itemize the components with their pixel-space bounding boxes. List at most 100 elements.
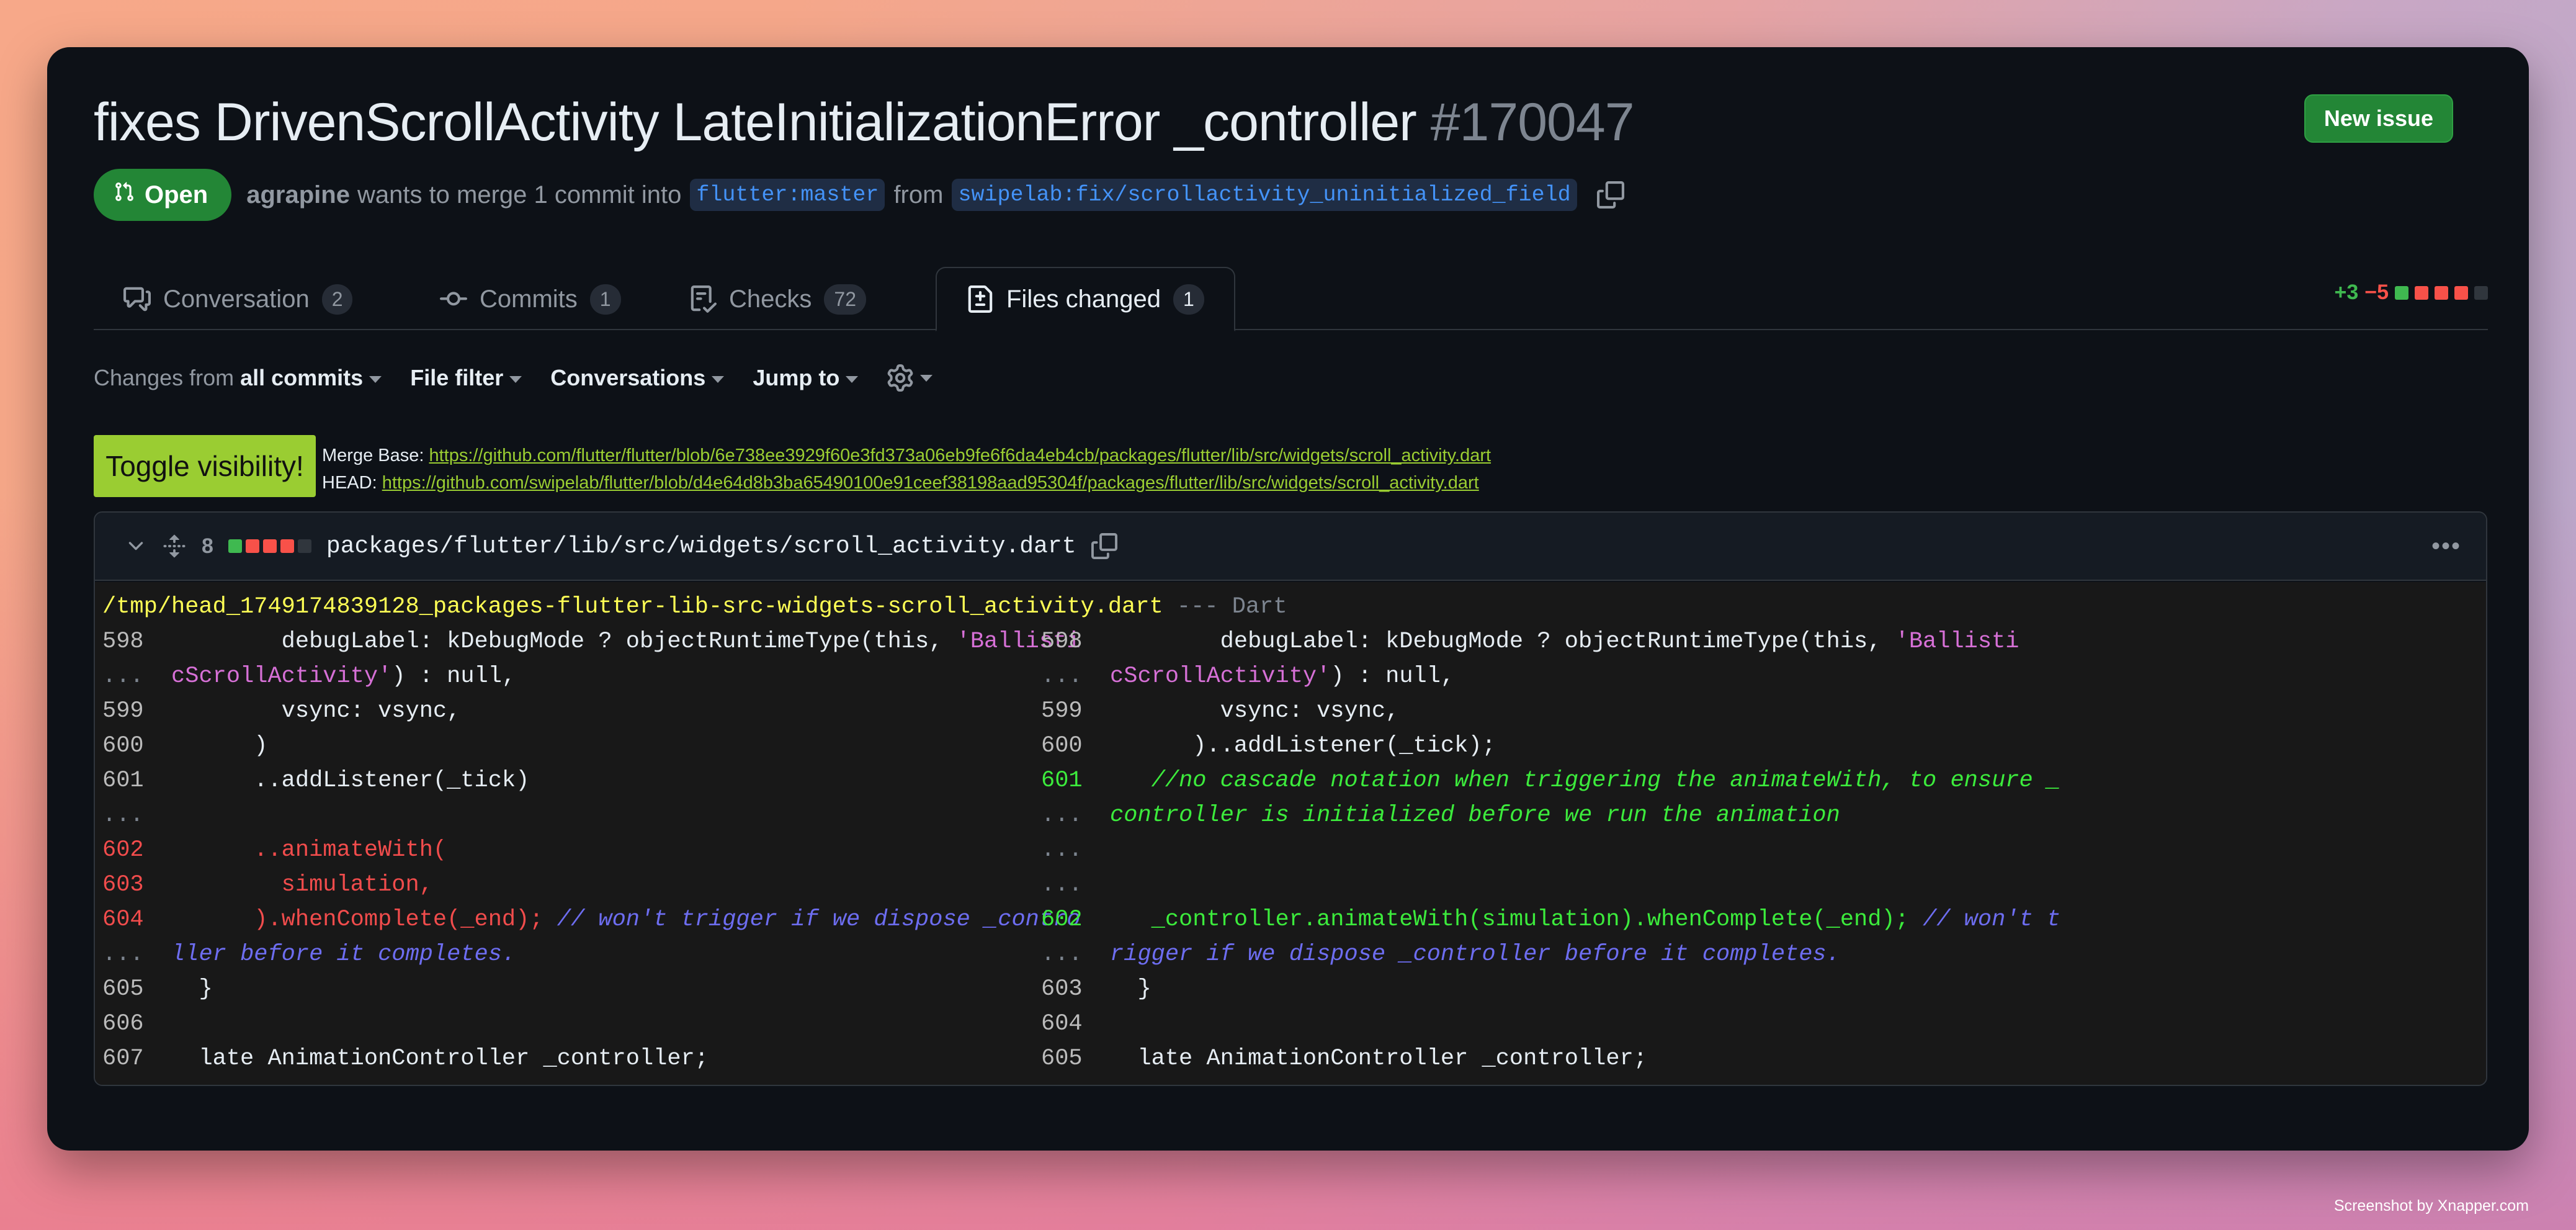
diff-left-pane: 604 ).whenComplete(_end); // won't trigg… — [102, 907, 1081, 933]
diff-right-pane: 599 vsync: vsync, — [1041, 698, 1400, 724]
copy-icon[interactable] — [1596, 181, 1624, 209]
deletions-count: −5 — [2364, 281, 2389, 304]
diffstat-block — [2435, 285, 2448, 300]
commit-icon — [440, 292, 467, 306]
tab-commits[interactable]: Commits 1 — [410, 267, 651, 331]
diff-left-pane: 600 ) — [102, 733, 268, 759]
toggle-visibility-button[interactable]: Toggle visibility! — [94, 435, 316, 497]
tab-label: Conversation — [163, 285, 310, 313]
file-header: 8 packages/flutter/lib/src/widgets/scrol… — [95, 513, 2486, 581]
diff-toolbar: Changes from all commits File filter Con… — [94, 364, 933, 392]
diff-right-pane: 601 //no cascade notation when triggerin… — [1041, 768, 2061, 794]
diff-row: ... ... controller is initialized before… — [102, 798, 2486, 833]
diff-left-pane: ... ller before it completes. — [102, 941, 516, 967]
pr-meta: Open agrapine wants to merge 1 commit in… — [94, 169, 1624, 221]
copy-icon[interactable] — [1091, 533, 1117, 559]
merge-base-label: Merge Base: — [322, 446, 424, 465]
gear-icon — [887, 364, 913, 392]
base-branch[interactable]: flutter:master — [690, 179, 885, 211]
pr-tabs: Conversation 2 Commits 1 Checks 72 Files… — [94, 262, 2488, 331]
diff-right-pane: 602 _controller.animateWith(simulation).… — [1041, 907, 2061, 933]
diff-left-pane: 606 — [102, 1011, 158, 1037]
jump-to-dropdown[interactable]: Jump to — [753, 364, 859, 391]
diff-left-pane: ... — [102, 802, 158, 828]
diff-row: 601 ..addListener(_tick) 601 //no cascade… — [102, 763, 2486, 798]
diff-links: Merge Base: https://github.com/flutter/f… — [322, 442, 1491, 496]
settings-dropdown[interactable] — [887, 364, 933, 392]
tab-count: 2 — [321, 284, 353, 315]
diff-row: 599 vsync: vsync, 599 vsync: vsync, — [102, 694, 2486, 729]
diff-left-pane: ... cScrollActivity') : null, — [102, 663, 516, 689]
diff-row: 607 late AnimationController _controller… — [102, 1041, 2486, 1076]
diff-left-pane: 598 debugLabel: kDebugMode ? objectRunti… — [102, 629, 1081, 655]
pr-title: fixes DrivenScrollActivity LateInitializ… — [94, 92, 1635, 153]
diff-right-pane: ... rigger if we dispose _controller bef… — [1041, 941, 1840, 967]
diff-right-pane: 600 )..addListener(_tick); — [1041, 733, 1496, 759]
head-branch[interactable]: swipelab:fix/scrollactivity_uninitialize… — [952, 179, 1577, 211]
conversation-icon — [123, 287, 151, 312]
code-diff: /tmp/head_1749174839128_packages-flutter… — [95, 582, 2486, 1085]
diff-right-pane: 603 } — [1041, 976, 1152, 1002]
tab-conversation[interactable]: Conversation 2 — [94, 267, 382, 331]
new-issue-button[interactable]: New issue — [2304, 94, 2453, 143]
conversations-label: Conversations — [550, 364, 706, 390]
status-badge: Open — [94, 169, 232, 221]
head-label: HEAD: — [322, 473, 377, 493]
diff-left-pane: 602 ..animateWith( — [102, 837, 447, 863]
diff-row: 598 debugLabel: kDebugMode ? objectRunti… — [102, 624, 2486, 659]
tab-checks[interactable]: Checks 72 — [660, 267, 896, 331]
file-filter-label: File filter — [410, 364, 504, 390]
changes-from-dropdown[interactable]: Changes from all commits — [94, 365, 382, 391]
file-diff-icon — [968, 285, 993, 313]
diff-right-pane: 598 debugLabel: kDebugMode ? objectRunti… — [1041, 629, 2019, 655]
diffstat-block — [2454, 285, 2468, 300]
diff-right-pane: ... controller is initialized before we … — [1041, 802, 1840, 828]
diff-left-pane: 601 ..addListener(_tick) — [102, 768, 530, 794]
diffstat-block — [2474, 285, 2488, 300]
changes-prefix: Changes from — [94, 364, 235, 390]
head-link[interactable]: https://github.com/swipelab/flutter/blob… — [382, 473, 1479, 493]
diff-row: 600 ) 600 )..addListener(_tick); — [102, 729, 2486, 763]
language-label: --- Dart — [1176, 594, 1287, 620]
kebab-menu-icon[interactable]: ••• — [2431, 532, 2461, 560]
pull-request-icon — [114, 179, 135, 210]
tab-files-changed[interactable]: Files changed 1 — [936, 267, 1235, 331]
file-filter-dropdown[interactable]: File filter — [410, 365, 522, 391]
diff-row: 605 } 603 } — [102, 972, 2486, 1007]
changes-value: all commits — [240, 364, 364, 390]
checks-icon — [691, 285, 717, 313]
diff-file-path-line: /tmp/head_1749174839128_packages-flutter… — [102, 590, 2486, 624]
expand-icon[interactable] — [162, 534, 187, 559]
status-label: Open — [145, 181, 208, 209]
chevron-down-icon — [712, 375, 725, 383]
diff-row: 604 ).whenComplete(_end); // won't trigg… — [102, 902, 2486, 937]
diffstat-block — [2395, 285, 2408, 300]
diff-right-pane: ... — [1041, 872, 1096, 898]
author-link[interactable]: agrapine — [246, 181, 350, 209]
chevron-down-icon — [920, 374, 933, 382]
jump-to-label: Jump to — [753, 364, 840, 390]
diff-right-pane: ... — [1041, 837, 1096, 863]
pr-window: fixes DrivenScrollActivity LateInitializ… — [47, 47, 2529, 1151]
file-change-count: 8 — [202, 534, 213, 558]
diff-right-pane: 604 — [1041, 1011, 1096, 1037]
tab-label: Commits — [480, 285, 578, 313]
file-path[interactable]: packages/flutter/lib/src/widgets/scroll_… — [326, 533, 1076, 560]
diffstat-block — [2415, 285, 2428, 300]
from-text: from — [893, 181, 944, 209]
file-diff: 8 packages/flutter/lib/src/widgets/scrol… — [94, 511, 2487, 1086]
diff-row: ... ller before it completes. ... rigger … — [102, 937, 2486, 972]
merge-base-link[interactable]: https://github.com/flutter/flutter/blob/… — [429, 446, 1491, 465]
watermark: Screenshot by Xnapper.com — [2333, 1197, 2529, 1214]
tmp-file-path: /tmp/head_1749174839128_packages-flutter… — [102, 594, 1163, 620]
pr-number: #170047 — [1430, 92, 1635, 152]
chevron-down-icon[interactable] — [125, 535, 147, 557]
conversations-dropdown[interactable]: Conversations — [550, 364, 725, 391]
pr-title-text: fixes DrivenScrollActivity LateInitializ… — [94, 92, 1417, 152]
chevron-down-icon — [369, 375, 382, 383]
merge-text: wants to merge 1 commit into — [357, 181, 682, 209]
tab-count: 72 — [824, 284, 866, 315]
diff-right-pane: 605 late AnimationController _controller… — [1041, 1046, 1647, 1072]
tab-label: Checks — [729, 285, 812, 313]
additions-count: +3 — [2334, 281, 2359, 304]
